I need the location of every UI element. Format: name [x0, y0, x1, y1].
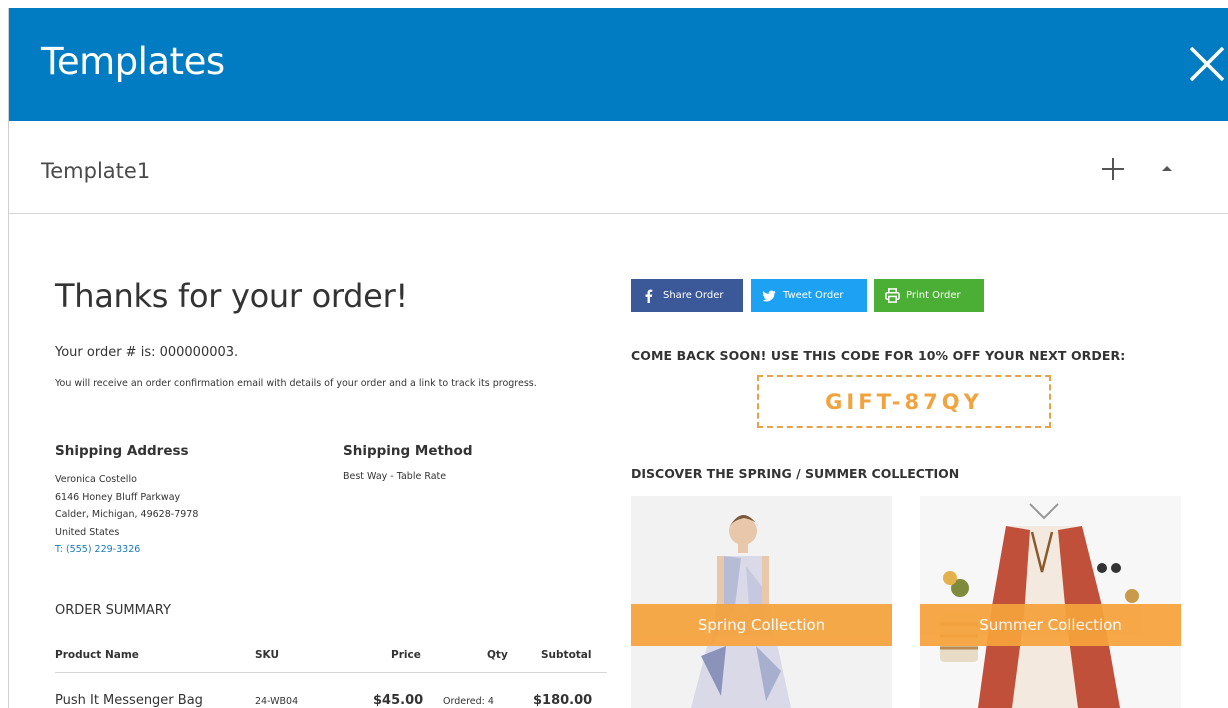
add-template-button[interactable] [1098, 154, 1128, 184]
modal-header: Templates [9, 8, 1228, 121]
address-country: United States [55, 526, 120, 538]
template-name: Template1 [41, 159, 151, 183]
shipping-address-heading: Shipping Address [55, 443, 189, 459]
spring-dress-image [631, 496, 892, 708]
spring-collection-card[interactable]: Spring Collection [631, 496, 892, 708]
caret-up-icon [1162, 166, 1172, 171]
address-phone-link[interactable]: T: (555) 229-3326 [55, 541, 198, 559]
print-order-button[interactable]: Print Order [874, 279, 984, 312]
shipping-address: Veronica Costello 6146 Honey Bluff Parkw… [55, 471, 198, 559]
print-order-label: Print Order [906, 290, 961, 301]
collapse-template-button[interactable] [1157, 154, 1177, 184]
row-qty: Ordered: 4 [443, 696, 494, 707]
come-back-text: COME BACK SOON! USE THIS CODE FOR 10% OF… [631, 348, 1126, 363]
table-divider [55, 672, 607, 673]
printer-icon [884, 288, 900, 304]
address-city: Calder, Michigan, 49628-7978 [55, 509, 199, 520]
row-price: $45.00 [373, 693, 424, 708]
column-header-product: Product Name [55, 649, 139, 661]
shipping-method-heading: Shipping Method [343, 443, 473, 459]
template-row[interactable]: Template1 [9, 121, 1228, 214]
coupon-code: GIFT-87QY [757, 375, 1051, 428]
plus-icon [1102, 158, 1124, 180]
facebook-icon [641, 288, 657, 304]
order-summary-heading: ORDER SUMMARY [55, 603, 171, 618]
tweet-order-button[interactable]: Tweet Order [751, 279, 867, 312]
shipping-method-value: Best Way - Table Rate [343, 471, 447, 482]
summer-collection-label: Summer Collection [920, 604, 1181, 646]
summer-collection-card[interactable]: Summer Collection [920, 496, 1181, 708]
tweet-order-label: Tweet Order [783, 290, 844, 301]
address-street: 6146 Honey Bluff Parkway [55, 491, 181, 503]
column-header-subtotal: Subtotal [541, 649, 592, 661]
row-product-name: Push It Messenger Bag [55, 693, 203, 708]
close-button[interactable] [1187, 44, 1228, 86]
column-header-price: Price [391, 649, 421, 661]
row-sku: 24-WB04 [255, 696, 299, 707]
address-name: Veronica Costello [55, 474, 137, 485]
column-header-sku: SKU [255, 649, 280, 661]
modal-title: Templates [41, 40, 225, 83]
close-icon [1189, 46, 1225, 82]
template-preview: Thanks for your order! Your order # is: … [9, 215, 1228, 708]
confirmation-text: You will receive an order confirmation e… [55, 378, 537, 389]
templates-modal: Templates Template1 Thanks for your orde… [8, 8, 1228, 708]
summer-outfit-image [920, 496, 1181, 708]
share-order-button[interactable]: Share Order [631, 279, 743, 312]
row-subtotal: $180.00 [533, 693, 593, 708]
spring-collection-label: Spring Collection [631, 604, 892, 646]
column-header-qty: Qty [487, 649, 508, 661]
thanks-heading: Thanks for your order! [55, 277, 408, 315]
twitter-icon [761, 288, 777, 304]
share-order-label: Share Order [663, 290, 724, 301]
discover-collection-heading: DISCOVER THE SPRING / SUMMER COLLECTION [631, 466, 960, 481]
order-number: Your order # is: 000000003. [55, 345, 239, 360]
